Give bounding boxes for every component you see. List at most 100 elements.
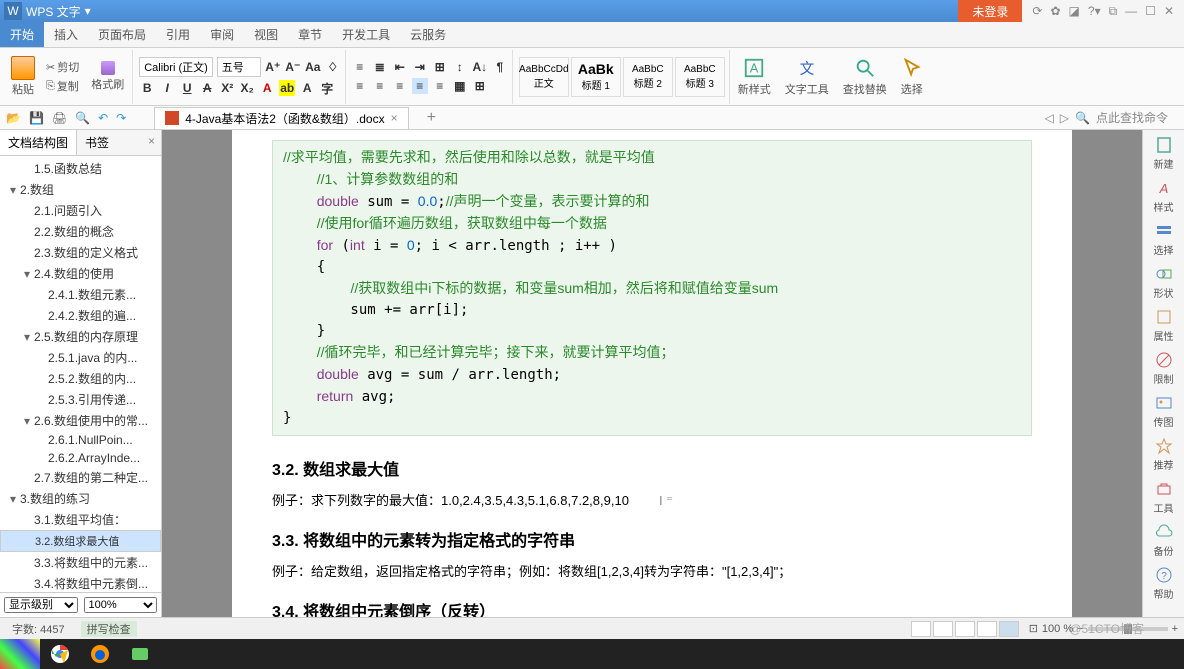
menu-developer[interactable]: 开发工具	[332, 22, 400, 47]
phonetic-button[interactable]: 字	[319, 80, 335, 96]
brush-icon[interactable]	[101, 61, 115, 75]
style-heading3[interactable]: AaBbC标题 3	[675, 57, 725, 97]
zoom-in-button[interactable]: +	[1172, 623, 1178, 635]
rtool-select[interactable]: 选择	[1149, 222, 1179, 257]
borders-button[interactable]: ⊞	[472, 78, 488, 94]
outline-item[interactable]: 2.6.2.ArrayInde...	[0, 449, 161, 467]
size-select[interactable]: 五号	[217, 57, 261, 77]
login-button[interactable]: 未登录	[958, 0, 1022, 22]
paste-button[interactable]: 粘贴	[8, 80, 38, 98]
line-spacing-button[interactable]: ↕	[452, 59, 468, 75]
char-border-button[interactable]: A	[299, 80, 315, 96]
find-replace-button[interactable]: 查找替换	[837, 57, 893, 97]
outdent-button[interactable]: ⇤	[392, 59, 408, 75]
indent-button[interactable]: ⇥	[412, 59, 428, 75]
align-justify-button[interactable]: ≡	[412, 78, 428, 94]
skin-icon[interactable]: ◪	[1069, 4, 1080, 18]
save-icon[interactable]: 💾	[29, 111, 44, 125]
menu-insert[interactable]: 插入	[44, 22, 88, 47]
shading-button[interactable]: ▦	[452, 78, 468, 94]
menu-reference[interactable]: 引用	[156, 22, 200, 47]
align-right-button[interactable]: ≡	[392, 78, 408, 94]
font-color-button[interactable]: A	[259, 80, 275, 96]
outline-item[interactable]: 3.2.数组求最大值	[0, 530, 161, 552]
outline-item[interactable]: 1.5.函数总结	[0, 158, 161, 179]
rtool-upload-img[interactable]: 传图	[1149, 394, 1179, 429]
start-button[interactable]	[0, 639, 40, 669]
close-icon[interactable]: ✕	[1164, 4, 1174, 18]
align-left-button[interactable]: ≡	[352, 78, 368, 94]
tab-structure[interactable]: 文档结构图	[0, 130, 77, 155]
outline-item[interactable]: 2.4.1.数组元素...	[0, 284, 161, 305]
view-print-button[interactable]	[999, 621, 1019, 637]
redo-icon[interactable]: ↷	[116, 111, 126, 125]
copy-button[interactable]: ⎘复制	[42, 77, 83, 95]
view-read-button[interactable]	[977, 621, 997, 637]
spell-check-status[interactable]: 拼写检查	[81, 621, 137, 637]
outline-item[interactable]: 3.1.数组平均值：	[0, 509, 161, 530]
restore-icon[interactable]: ⧉	[1109, 4, 1118, 19]
preview-icon[interactable]: 🔍	[75, 111, 90, 125]
highlight-button[interactable]: ab	[279, 80, 295, 96]
doc-tab-close-icon[interactable]: ×	[391, 111, 398, 125]
paste-icon[interactable]	[11, 56, 35, 80]
sort-button[interactable]: A↓	[472, 59, 488, 75]
style-heading1[interactable]: AaBk标题 1	[571, 57, 621, 97]
rtool-help[interactable]: ?帮助	[1149, 566, 1179, 601]
bullets-button[interactable]: ≡	[352, 59, 368, 75]
chrome-icon[interactable]	[40, 639, 80, 669]
superscript-button[interactable]: X²	[219, 80, 235, 96]
outline-item[interactable]: 2.7.数组的第二种定...	[0, 467, 161, 488]
print-icon[interactable]: 🖨	[52, 111, 67, 125]
word-count[interactable]: 字数: 4457	[6, 621, 71, 637]
menu-chapter[interactable]: 章节	[288, 22, 332, 47]
format-painter-button[interactable]: 格式刷	[87, 75, 128, 93]
rtool-shape[interactable]: 形状	[1149, 265, 1179, 300]
level-select[interactable]: 显示级别	[4, 597, 78, 613]
outline-item[interactable]: 2.5.1.java 的内...	[0, 347, 161, 368]
search-placeholder[interactable]: 点此查找命令	[1096, 109, 1168, 126]
menu-cloud[interactable]: 云服务	[400, 22, 456, 47]
search-icon[interactable]: 🔍	[1075, 111, 1090, 125]
app-menu-dropdown-icon[interactable]: ▾	[85, 4, 91, 18]
nav-back-icon[interactable]: ◁	[1045, 111, 1054, 125]
outline-item[interactable]: ▾2.5.数组的内存原理	[0, 326, 161, 347]
outline-item[interactable]: ▾2.数组	[0, 179, 161, 200]
italic-button[interactable]: I	[159, 80, 175, 96]
sidebar-close-icon[interactable]: ×	[142, 130, 161, 155]
outline-item[interactable]: 3.4.将数组中元素倒...	[0, 573, 161, 592]
settings-icon[interactable]: ✿	[1050, 4, 1060, 18]
style-heading2[interactable]: AaBbC标题 2	[623, 57, 673, 97]
view-web-button[interactable]	[955, 621, 975, 637]
outline-item[interactable]: 2.6.1.NullPoin...	[0, 431, 161, 449]
distribute-button[interactable]: ≡	[432, 78, 448, 94]
sidebar-zoom-select[interactable]: 100%	[84, 597, 158, 613]
font-select[interactable]: Calibri (正文)	[139, 57, 213, 77]
app-icon[interactable]	[120, 639, 160, 669]
menu-view[interactable]: 视图	[244, 22, 288, 47]
outline-item[interactable]: ▾3.数组的练习	[0, 488, 161, 509]
rtool-style[interactable]: A样式	[1149, 179, 1179, 214]
outline-item[interactable]: 2.2.数组的概念	[0, 221, 161, 242]
new-style-button[interactable]: A新样式	[732, 57, 777, 97]
grow-font-icon[interactable]: A⁺	[265, 59, 281, 75]
strike-button[interactable]: A	[199, 80, 215, 96]
sync-icon[interactable]: ⟳	[1032, 4, 1042, 18]
new-tab-button[interactable]: +	[427, 109, 436, 127]
minimize-icon[interactable]: —	[1125, 4, 1137, 18]
outline-item[interactable]: 2.3.数组的定义格式	[0, 242, 161, 263]
nav-fwd-icon[interactable]: ▷	[1060, 111, 1069, 125]
bold-button[interactable]: B	[139, 80, 155, 96]
open-icon[interactable]: 📂	[6, 111, 21, 125]
outline-item[interactable]: 2.5.3.引用传递...	[0, 389, 161, 410]
undo-icon[interactable]: ↶	[98, 111, 108, 125]
firefox-icon[interactable]	[80, 639, 120, 669]
shrink-font-icon[interactable]: A⁻	[285, 59, 301, 75]
outline-item[interactable]: 2.5.2.数组的内...	[0, 368, 161, 389]
align-center-button[interactable]: ≡	[372, 78, 388, 94]
change-case-icon[interactable]: Aa	[305, 59, 321, 75]
rtool-backup[interactable]: 备份	[1149, 523, 1179, 558]
rtool-restrict[interactable]: 限制	[1149, 351, 1179, 386]
numbering-button[interactable]: ≣	[372, 59, 388, 75]
document-tab[interactable]: 4-Java基本语法2（函数&数组）.docx ×	[154, 107, 408, 129]
